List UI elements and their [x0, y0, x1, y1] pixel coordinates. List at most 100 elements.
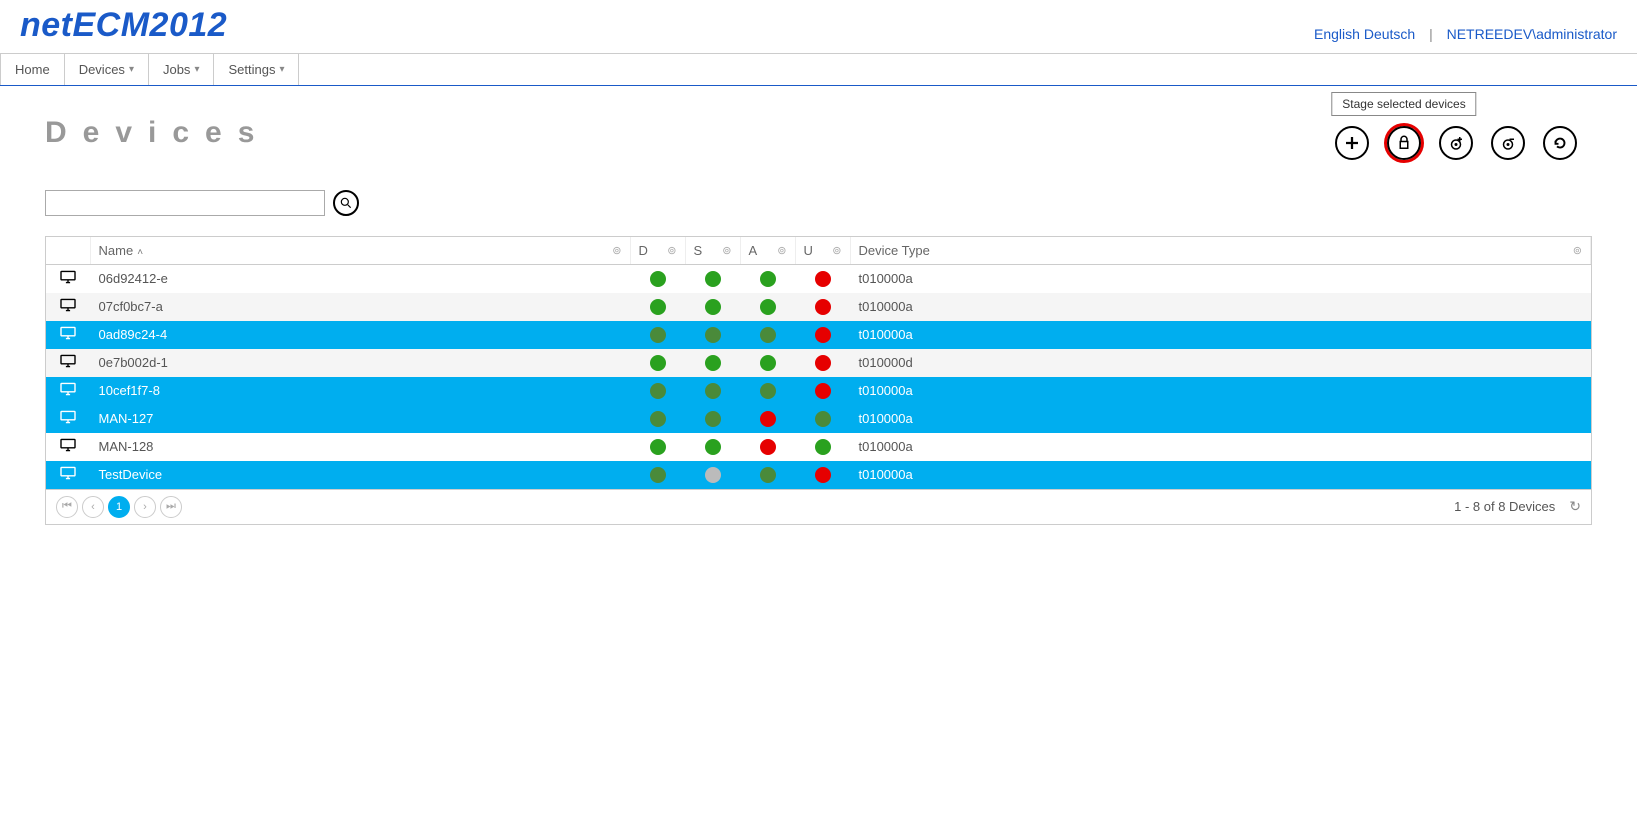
- pager-page-1-button[interactable]: 1: [108, 496, 130, 518]
- table-row[interactable]: 07cf0bc7-at010000a: [46, 293, 1591, 321]
- col-header-u[interactable]: U⊚: [795, 237, 850, 265]
- pager: ⏮ ‹ 1 › ⏭ 1 - 8 of 8 Devices ↻: [46, 489, 1591, 524]
- row-icon-cell: [46, 321, 90, 349]
- col-header-s[interactable]: S⊚: [685, 237, 740, 265]
- add-image-button[interactable]: [1439, 126, 1473, 160]
- row-icon-cell: [46, 293, 90, 321]
- remove-image-button[interactable]: [1491, 126, 1525, 160]
- pager-first-button[interactable]: ⏮: [56, 496, 78, 518]
- filter-icon[interactable]: ⊚: [612, 244, 621, 257]
- monitor-icon: [59, 466, 77, 480]
- menu-jobs[interactable]: Jobs▾: [149, 54, 215, 85]
- devices-grid: Name˄⊚ D⊚ S⊚ A⊚ U⊚ Device Type⊚ 06d92412…: [45, 236, 1592, 525]
- col-header-type[interactable]: Device Type⊚: [850, 237, 1591, 265]
- table-row[interactable]: 10cef1f7-8t010000a: [46, 377, 1591, 405]
- col-u-label: U: [804, 243, 813, 258]
- disc-plus-icon: [1447, 134, 1465, 152]
- filter-icon[interactable]: ⊚: [667, 244, 676, 257]
- row-name-cell: 06d92412-e: [90, 265, 630, 293]
- col-header-icon[interactable]: [46, 237, 90, 265]
- status-dot: [760, 271, 776, 287]
- table-row[interactable]: 06d92412-e t010000a: [46, 265, 1591, 293]
- status-dot: [815, 467, 831, 483]
- monitor-icon: [59, 410, 77, 424]
- search-button[interactable]: [333, 190, 359, 216]
- status-dot: [705, 467, 721, 483]
- plus-icon: [1343, 134, 1361, 152]
- current-user-link[interactable]: NETREEDEV\administrator: [1447, 26, 1617, 42]
- lang-deutsch-link[interactable]: Deutsch: [1364, 26, 1415, 42]
- menu-home[interactable]: Home: [0, 54, 65, 85]
- refresh-button[interactable]: [1543, 126, 1577, 160]
- col-header-d[interactable]: D⊚: [630, 237, 685, 265]
- filter-icon[interactable]: ⊚: [777, 244, 786, 257]
- row-d-cell: [630, 405, 685, 433]
- row-s-cell: [685, 405, 740, 433]
- pager-status: 1 - 8 of 8 Devices: [1454, 499, 1555, 514]
- table-row[interactable]: 0ad89c24-4t010000a: [46, 321, 1591, 349]
- status-dot: [760, 467, 776, 483]
- row-icon-cell: [46, 461, 90, 489]
- menu-devices[interactable]: Devices ▾: [65, 54, 149, 85]
- row-icon-cell: [46, 349, 90, 377]
- app-logo: netECM2012: [20, 6, 227, 45]
- row-a-cell: [740, 321, 795, 349]
- table-row[interactable]: MAN-127t010000a: [46, 405, 1591, 433]
- row-type-cell: t010000a: [850, 433, 1591, 461]
- row-type-cell: t010000a: [850, 405, 1591, 433]
- status-dot: [760, 299, 776, 315]
- row-a-cell: [740, 265, 795, 293]
- row-s-cell: [685, 321, 740, 349]
- menu-jobs-label: Jobs: [163, 62, 190, 77]
- filter-icon[interactable]: ⊚: [722, 244, 731, 257]
- row-icon-cell: [46, 265, 90, 293]
- row-u-cell: [795, 405, 850, 433]
- status-dot: [650, 299, 666, 315]
- status-dot: [650, 467, 666, 483]
- status-dot: [815, 439, 831, 455]
- row-s-cell: [685, 461, 740, 489]
- monitor-icon: [59, 354, 77, 368]
- search-input[interactable]: [45, 190, 325, 216]
- status-dot: [650, 411, 666, 427]
- row-icon-cell: [46, 405, 90, 433]
- pager-last-button[interactable]: ⏭: [160, 496, 182, 518]
- row-name-cell: 10cef1f7-8: [90, 377, 630, 405]
- main-menu: Home Devices ▾ Jobs▾ Settings▾: [0, 53, 1637, 86]
- row-d-cell: [630, 461, 685, 489]
- row-name-cell: TestDevice: [90, 461, 630, 489]
- col-header-name[interactable]: Name˄⊚: [90, 237, 630, 265]
- row-u-cell: [795, 321, 850, 349]
- row-type-cell: t010000a: [850, 293, 1591, 321]
- table-row[interactable]: 0e7b002d-1t010000d: [46, 349, 1591, 377]
- pager-prev-button[interactable]: ‹: [82, 496, 104, 518]
- table-row[interactable]: MAN-128t010000a: [46, 433, 1591, 461]
- chevron-down-icon: ▾: [129, 64, 134, 75]
- row-type-cell: t010000d: [850, 349, 1591, 377]
- pager-refresh-button[interactable]: ↻: [1569, 498, 1581, 515]
- menu-settings[interactable]: Settings▾: [214, 54, 299, 85]
- status-dot: [650, 327, 666, 343]
- stage-devices-button[interactable]: Stage selected devices: [1387, 126, 1421, 160]
- status-dot: [650, 271, 666, 287]
- lang-english-link[interactable]: English: [1314, 26, 1360, 42]
- row-s-cell: [685, 265, 740, 293]
- row-type-cell: t010000a: [850, 265, 1591, 293]
- status-dot: [705, 411, 721, 427]
- menu-devices-label: Devices: [79, 62, 125, 77]
- refresh-icon: [1551, 134, 1569, 152]
- status-dot: [760, 327, 776, 343]
- table-row[interactable]: TestDevicet010000a: [46, 461, 1591, 489]
- status-dot: [815, 411, 831, 427]
- filter-icon[interactable]: ⊚: [832, 244, 841, 257]
- add-device-button[interactable]: [1335, 126, 1369, 160]
- pager-next-button[interactable]: ›: [134, 496, 156, 518]
- col-s-label: S: [694, 243, 703, 258]
- row-d-cell: [630, 349, 685, 377]
- col-header-a[interactable]: A⊚: [740, 237, 795, 265]
- row-a-cell: [740, 405, 795, 433]
- row-d-cell: [630, 321, 685, 349]
- filter-icon[interactable]: ⊚: [1573, 244, 1582, 257]
- monitor-icon: [59, 298, 77, 312]
- disc-minus-icon: [1499, 134, 1517, 152]
